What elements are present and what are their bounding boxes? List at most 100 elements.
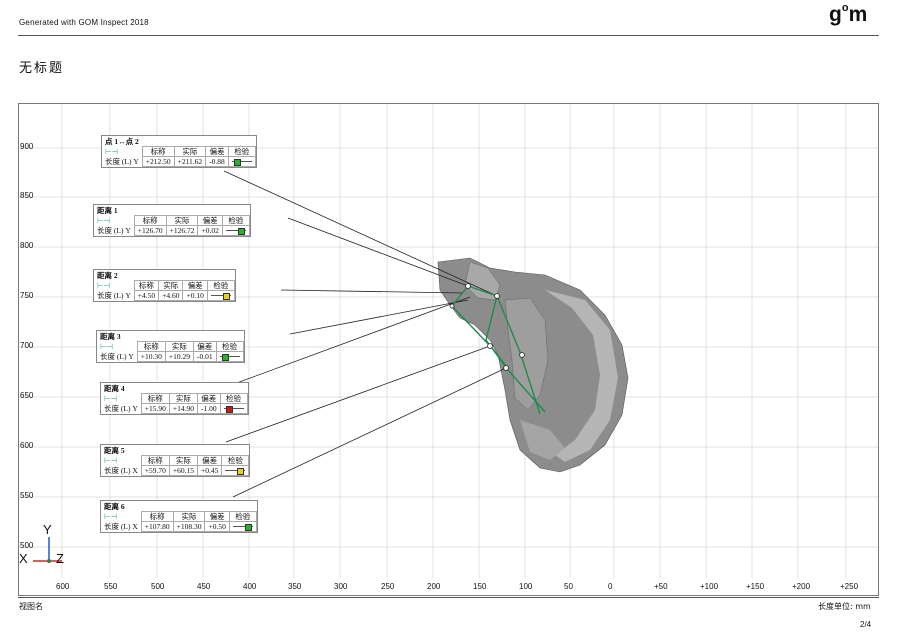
x-tick-label: +200 (792, 582, 811, 591)
measurement-card: 距离 1 ⊢⊣ 标称 实际 偏差 检验 长度 (L) Y +126.70 +126.72 +0.0… (93, 204, 251, 237)
col-actual: 实际 (168, 455, 198, 466)
distance-icon: ⊢⊣ (97, 216, 111, 225)
x-tick-label: +100 (700, 582, 719, 591)
card-title: 距离 3 (100, 332, 121, 341)
row-label: 长度 (L) Y (105, 157, 139, 166)
check-indicator (221, 465, 250, 476)
measurement-card: 点 1↔点 2 ⊢⊣ 标称 实际 偏差 检验 长度 (L) Y +212.50 +211.62-… (101, 135, 257, 168)
col-check: 检验 (221, 215, 250, 226)
y-tick-label: 750 (20, 291, 34, 300)
col-actual: 实际 (165, 215, 199, 226)
actual-value: +4.60 (158, 290, 184, 301)
axis-label-y: Y (43, 522, 52, 537)
measurement-card: 距离 4 ⊢⊣ 标称 实际 偏差 检验 长度 (L) Y +15.90 +14.90 -1.00 (100, 382, 249, 415)
x-tick-label: 350 (288, 582, 302, 591)
leader-lines (223, 170, 507, 498)
distance-icon: ⊢⊣ (100, 342, 114, 351)
row-label: 长度 (L) Y (104, 404, 138, 413)
x-tick-label: +50 (654, 582, 668, 591)
footer-rule (18, 597, 879, 598)
card-title: 距离 4 (104, 384, 125, 393)
measurement-card: 距离 5 ⊢⊣ 标称 实际 偏差 检验 长度 (L) X +59.70 +60.15 +0.45 (100, 444, 251, 477)
icon-cell: ⊢⊣ (94, 281, 134, 291)
x-tick-label: 0 (608, 582, 613, 591)
col-check: 检验 (215, 341, 244, 352)
row-label: 长度 (L) Y (97, 291, 131, 300)
icon-cell: ⊢⊣ (101, 456, 141, 466)
distance-icon: ⊢⊣ (104, 456, 118, 465)
col-actual: 实际 (168, 393, 198, 404)
col-check: 检验 (206, 280, 235, 291)
col-check: 检验 (219, 393, 248, 404)
col-dev: 偏差 (197, 215, 223, 226)
x-tick-label: 50 (564, 582, 573, 591)
col-check: 检验 (228, 511, 257, 522)
icon-cell: ⊢⊣ (97, 342, 137, 352)
col-dev: 偏差 (192, 341, 217, 352)
actual-value: +60.15 (168, 465, 198, 476)
y-tick-label: 700 (20, 341, 34, 350)
leader-line (232, 367, 507, 498)
col-actual: 实际 (173, 146, 207, 157)
col-check: 检验 (227, 146, 256, 157)
check-indicator (219, 403, 248, 414)
leader-line (223, 170, 498, 297)
check-indicator (228, 521, 257, 532)
card-title: 距离 6 (104, 502, 125, 511)
y-tick-label: 550 (20, 491, 34, 500)
deviation-value: +0.10 (182, 290, 208, 301)
nominal-value: +126.70 (133, 225, 167, 236)
deviation-value: -1.00 (196, 403, 221, 414)
col-dev: 偏差 (182, 280, 208, 291)
check-indicator (215, 351, 244, 362)
distance-icon: ⊢⊣ (105, 147, 119, 156)
x-tick-label: 250 (381, 582, 395, 591)
actual-value: +10.29 (164, 351, 194, 362)
nominal-value: +10.30 (136, 351, 166, 362)
y-tick-label: 850 (20, 191, 34, 200)
x-tick-label: 100 (519, 582, 533, 591)
x-tick-label: 200 (427, 582, 441, 591)
deviation-value: +0.50 (204, 521, 230, 532)
actual-value: +126.72 (165, 225, 199, 236)
y-tick-label: 900 (20, 142, 34, 151)
leader-line (233, 296, 471, 385)
row-label: 长度 (L) Y (97, 226, 131, 235)
deviation-value: -0.88 (205, 156, 229, 167)
card-title: 距离 1 (97, 206, 118, 215)
leader-line (287, 217, 469, 287)
col-nominal: 标称 (133, 280, 160, 291)
x-tick-label: 450 (197, 582, 211, 591)
deviation-value: +0.45 (196, 465, 223, 476)
x-tick-label: 300 (334, 582, 348, 591)
col-dev: 偏差 (196, 455, 223, 466)
actual-value: +14.90 (168, 403, 198, 414)
row-label: 长度 (L) X (104, 522, 138, 531)
actual-value: +211.62 (173, 156, 207, 167)
col-nominal: 标称 (140, 455, 170, 466)
view-name: 视图名 (19, 602, 43, 611)
card-title: 距离 5 (104, 446, 125, 455)
col-nominal: 标称 (140, 393, 170, 404)
icon-cell: ⊢⊣ (94, 216, 134, 226)
col-nominal: 标称 (140, 511, 174, 522)
nominal-value: +59.70 (140, 465, 170, 476)
x-tick-label: +250 (840, 582, 859, 591)
length-unit: 长度单位: mm (818, 602, 871, 611)
axis-label-x: X (19, 551, 28, 566)
leader-line (289, 299, 469, 335)
col-actual: 实际 (164, 341, 194, 352)
deviation-value: -0.01 (192, 351, 217, 362)
row-label: 长度 (L) Y (100, 352, 134, 361)
y-tick-label: 800 (20, 241, 34, 250)
x-tick-label: 150 (473, 582, 487, 591)
col-nominal: 标称 (136, 341, 166, 352)
nominal-value: +4.50 (133, 290, 160, 301)
y-tick-label: 650 (20, 391, 34, 400)
nominal-value: +15.90 (140, 403, 170, 414)
nominal-value: +212.50 (141, 156, 175, 167)
leader-line (280, 289, 464, 294)
axis-label-z: Z (56, 551, 64, 566)
x-tick-label: 500 (151, 582, 165, 591)
icon-cell: ⊢⊣ (101, 512, 141, 522)
